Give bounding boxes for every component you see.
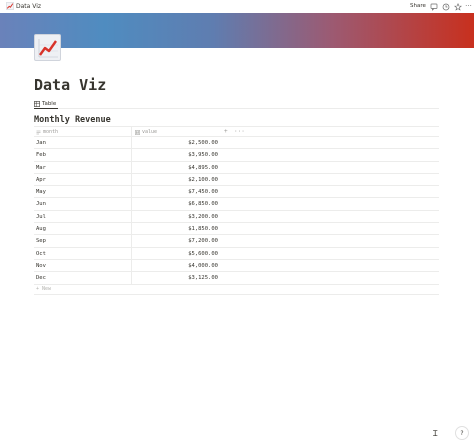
- table-row[interactable]: Nov $4,000.00: [34, 259, 439, 273]
- table-row[interactable]: Jan $2,500.00: [34, 137, 439, 150]
- clock-icon[interactable]: [441, 2, 450, 11]
- table-header: month value + ···: [34, 126, 439, 137]
- number-property-icon: [135, 129, 140, 135]
- cell-month[interactable]: Apr: [36, 174, 46, 186]
- table-row[interactable]: Feb $3,950.00: [34, 149, 439, 162]
- cell-value[interactable]: $4,000.00: [132, 260, 218, 272]
- more-options-button[interactable]: ···: [234, 127, 245, 137]
- new-row-label: + New: [36, 286, 52, 293]
- table-row[interactable]: Oct $5,600.00: [34, 247, 439, 260]
- share-button[interactable]: Share: [410, 2, 426, 11]
- cell-value[interactable]: $3,200.00: [132, 211, 218, 223]
- cell-value[interactable]: $6,850.00: [132, 198, 218, 210]
- cell-value[interactable]: $1,850.00: [132, 223, 218, 235]
- cell-month[interactable]: Sep: [36, 235, 46, 247]
- top-bar: Data Viz Share ···: [0, 0, 474, 13]
- text-cursor-icon: Ɪ: [433, 429, 438, 438]
- window-title: Data Viz: [16, 3, 42, 10]
- chart-increasing-icon: [38, 39, 58, 58]
- column-header-month[interactable]: month: [36, 127, 58, 137]
- cell-month[interactable]: Jun: [36, 198, 46, 210]
- cell-month[interactable]: Dec: [36, 272, 46, 284]
- comment-icon[interactable]: [429, 2, 438, 11]
- tab-table[interactable]: Table: [34, 99, 59, 109]
- page-title: Data Viz: [34, 76, 107, 94]
- column-divider: [131, 127, 132, 136]
- text-property-icon: [36, 130, 41, 134]
- cell-value[interactable]: $7,200.00: [132, 235, 218, 247]
- star-icon[interactable]: [453, 2, 462, 11]
- table-row[interactable]: Mar $4,895.00: [34, 161, 439, 174]
- view-tabs: Table: [34, 99, 439, 109]
- cell-value[interactable]: $3,125.00: [132, 272, 218, 284]
- cell-month[interactable]: Aug: [36, 223, 46, 235]
- table-row[interactable]: Dec $3,125.00: [34, 272, 439, 285]
- cell-value[interactable]: $4,895.00: [132, 162, 218, 174]
- cell-month[interactable]: Jan: [36, 137, 46, 149]
- cover-image: [0, 13, 474, 48]
- cell-value[interactable]: $7,450.00: [132, 186, 218, 198]
- more-icon[interactable]: ···: [464, 2, 473, 11]
- cell-month[interactable]: Feb: [36, 149, 46, 161]
- cell-value[interactable]: $2,500.00: [132, 137, 218, 149]
- database-table: month value + ··· Jan $2,500.00 Feb $3,950.…: [34, 126, 439, 295]
- table-title[interactable]: Monthly Revenue: [34, 114, 111, 126]
- table-row[interactable]: May $7,450.00: [34, 186, 439, 199]
- cell-month[interactable]: Oct: [36, 248, 46, 260]
- chart-increasing-icon: [6, 2, 14, 10]
- table-row[interactable]: Sep $7,200.00: [34, 235, 439, 248]
- table-row[interactable]: Aug $1,850.00: [34, 223, 439, 236]
- cell-value[interactable]: $3,950.00: [132, 149, 218, 161]
- column-label: value: [142, 129, 158, 135]
- help-button[interactable]: ?: [455, 426, 469, 440]
- cell-month[interactable]: May: [36, 186, 46, 198]
- page-icon[interactable]: [34, 34, 61, 61]
- cell-value[interactable]: $5,600.00: [132, 248, 218, 260]
- cell-value[interactable]: $2,100.00: [132, 174, 218, 186]
- cell-month[interactable]: Jul: [36, 211, 46, 223]
- tab-label: Table: [42, 100, 57, 107]
- cell-month[interactable]: Mar: [36, 162, 46, 174]
- table-row[interactable]: Jun $6,850.00: [34, 198, 439, 211]
- new-row-button[interactable]: + New: [34, 285, 439, 295]
- add-column-button[interactable]: +: [224, 127, 228, 137]
- table-row[interactable]: Jul $3,200.00: [34, 210, 439, 224]
- cell-month[interactable]: Nov: [36, 260, 46, 272]
- column-header-value[interactable]: value: [135, 127, 157, 137]
- column-label: month: [43, 129, 59, 135]
- table-row[interactable]: Apr $2,100.00: [34, 173, 439, 187]
- table-icon: [34, 100, 40, 107]
- help-icon: ?: [460, 429, 464, 437]
